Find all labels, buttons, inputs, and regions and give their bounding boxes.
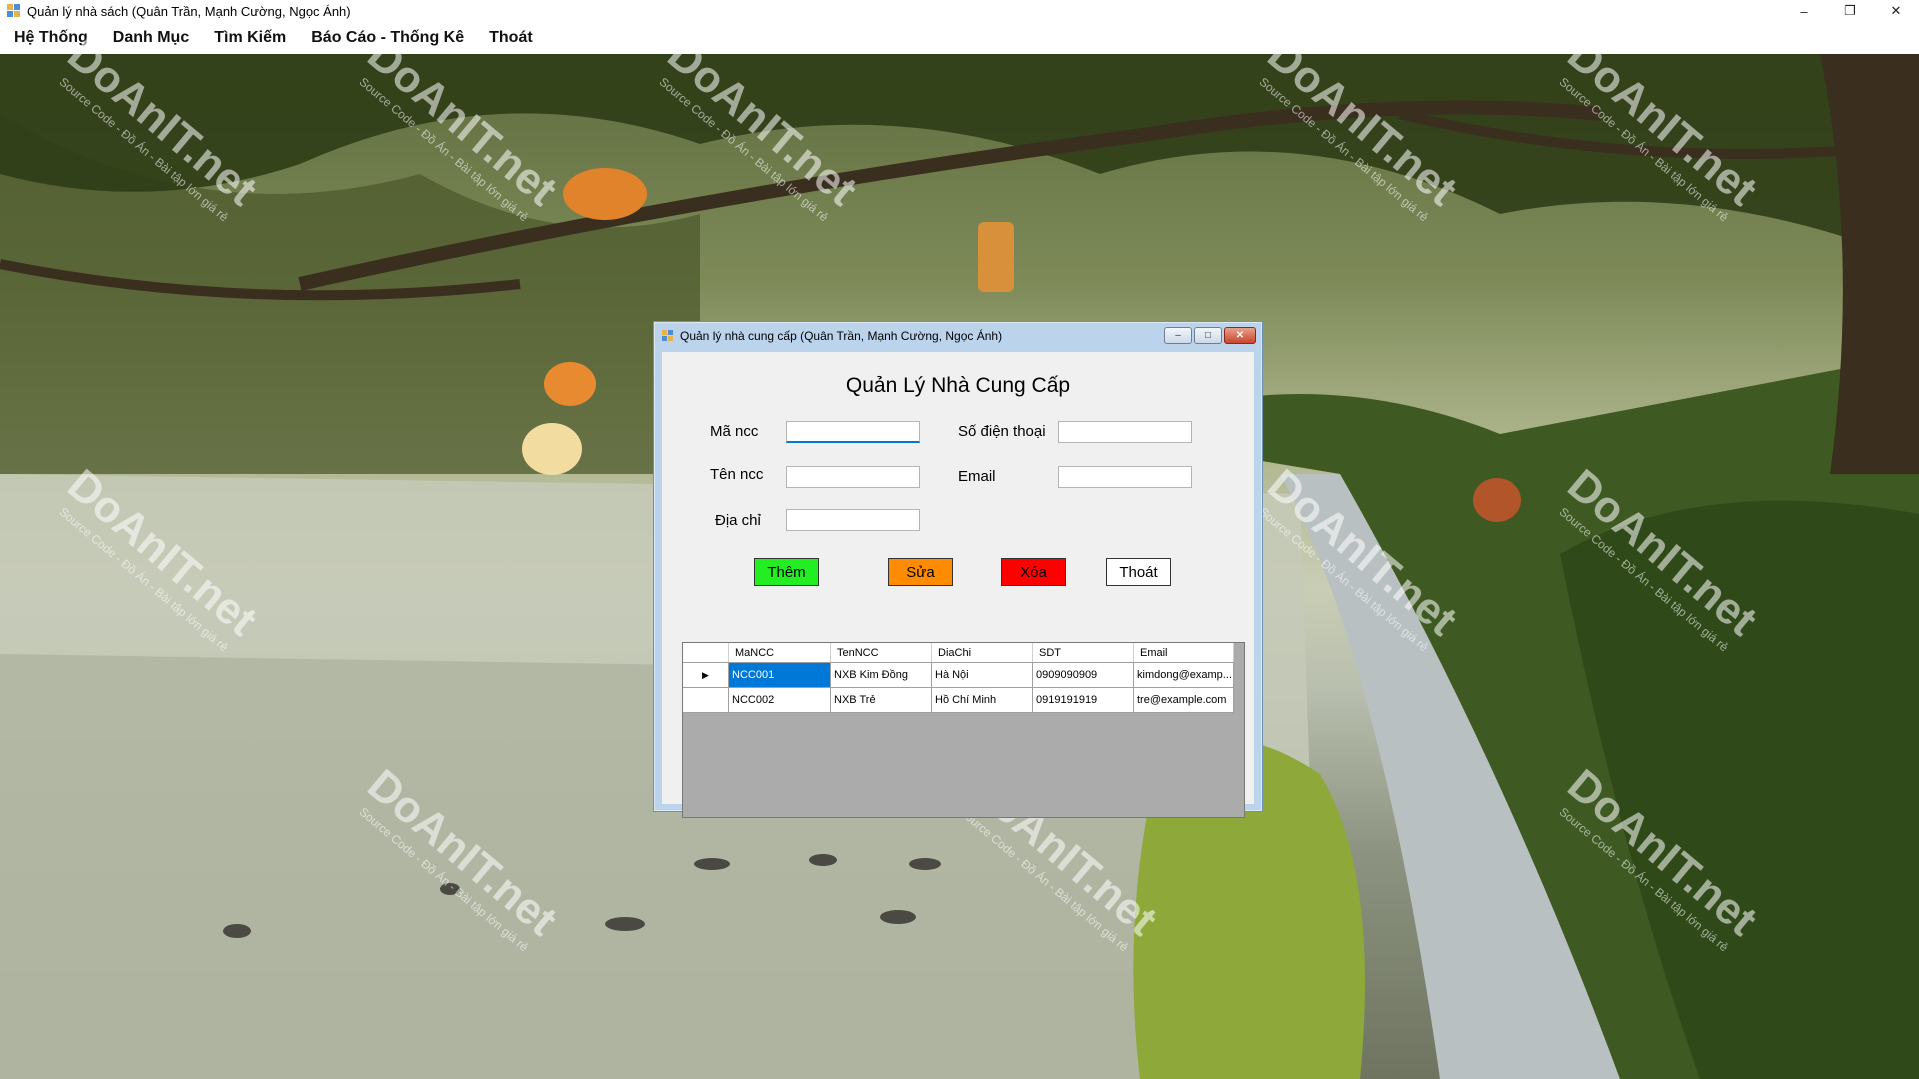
minimize-icon[interactable]: – xyxy=(1781,0,1827,22)
table-cell[interactable]: tre@example.com xyxy=(1133,687,1234,713)
dialog-close-icon[interactable]: ✕ xyxy=(1224,327,1256,344)
ma-ncc-label: Mã ncc xyxy=(710,423,759,440)
ten-ncc-input[interactable] xyxy=(786,466,920,488)
table-row[interactable]: NCC002 NXB Trẻ Hồ Chí Minh 0919191919 tr… xyxy=(683,687,1234,713)
main-title-bar: Quản lý nhà sách (Quân Trần, Mạnh Cường,… xyxy=(0,0,1919,22)
dialog-app-icon xyxy=(662,330,674,342)
row-header-corner xyxy=(683,643,729,663)
window-controls: – ❐ ✕ xyxy=(1781,0,1919,22)
maximize-icon[interactable]: ❐ xyxy=(1827,0,1873,22)
table-row[interactable]: ▶ NCC001 NXB Kim Đồng Hà Nội 0909090909 … xyxy=(683,662,1234,688)
table-cell[interactable]: NCC002 xyxy=(728,687,831,713)
column-header-mancc[interactable]: MaNCC xyxy=(728,643,831,663)
table-cell[interactable]: Hà Nội xyxy=(931,662,1033,688)
ma-ncc-input[interactable] xyxy=(786,421,920,443)
so-dien-thoai-label: Số điện thoại xyxy=(958,423,1046,440)
current-row-indicator-icon[interactable]: ▶ xyxy=(683,662,729,688)
main-window-title: Quản lý nhà sách (Quân Trần, Mạnh Cường,… xyxy=(27,3,351,19)
menu-bar: Hệ Thống Danh Mục Tìm Kiếm Báo Cáo - Thố… xyxy=(0,22,1919,55)
dialog-minimize-icon[interactable]: – xyxy=(1164,327,1192,344)
ten-ncc-label: Tên ncc xyxy=(710,466,764,483)
menu-tim-kiem[interactable]: Tìm Kiếm xyxy=(200,29,297,47)
table-cell[interactable]: NCC001 xyxy=(728,662,831,688)
sua-button[interactable]: Sửa xyxy=(888,558,953,586)
table-cell[interactable]: 0909090909 xyxy=(1032,662,1134,688)
dialog-title: Quản lý nhà cung cấp (Quân Trần, Mạnh Cư… xyxy=(680,329,1003,343)
supplier-table: MaNCC TenNCC DiaChi SDT Email ▶ NCC001 N… xyxy=(683,643,1234,713)
dia-chi-label: Địa chỉ xyxy=(715,512,761,529)
app-icon xyxy=(7,4,21,18)
menu-danh-muc[interactable]: Danh Mục xyxy=(99,29,200,47)
menu-thoat[interactable]: Thoát xyxy=(475,29,544,47)
dialog-client-area: Quản Lý Nhà Cung Cấp Mã ncc Tên ncc Địa … xyxy=(662,352,1254,818)
dia-chi-input[interactable] xyxy=(786,509,920,531)
page-title: Quản Lý Nhà Cung Cấp xyxy=(845,374,1071,397)
table-cell[interactable]: NXB Trẻ xyxy=(830,687,932,713)
supplier-data-grid[interactable]: MaNCC TenNCC DiaChi SDT Email ▶ NCC001 N… xyxy=(682,642,1245,818)
table-cell[interactable]: 0919191919 xyxy=(1032,687,1134,713)
so-dien-thoai-input[interactable] xyxy=(1058,421,1192,443)
table-header-row: MaNCC TenNCC DiaChi SDT Email xyxy=(683,643,1234,663)
xoa-button[interactable]: Xóa xyxy=(1001,558,1066,586)
them-button[interactable]: Thêm xyxy=(754,558,819,586)
email-label: Email xyxy=(958,468,996,485)
column-header-diachi[interactable]: DiaChi xyxy=(931,643,1033,663)
table-cell[interactable]: kimdong@examp... xyxy=(1133,662,1234,688)
email-input[interactable] xyxy=(1058,466,1192,488)
menu-bao-cao-thong-ke[interactable]: Báo Cáo - Thống Kê xyxy=(297,29,475,47)
dialog-window-controls: – □ ✕ xyxy=(1164,327,1256,344)
thoat-button[interactable]: Thoát xyxy=(1106,558,1171,586)
table-cell[interactable]: NXB Kim Đồng xyxy=(830,662,932,688)
dialog-maximize-icon[interactable]: □ xyxy=(1194,327,1222,344)
column-header-sdt[interactable]: SDT xyxy=(1032,643,1134,663)
column-header-tenncc[interactable]: TenNCC xyxy=(830,643,932,663)
dialog-title-bar: Quản lý nhà cung cấp (Quân Trần, Mạnh Cư… xyxy=(654,322,1262,350)
row-header[interactable] xyxy=(683,687,729,713)
table-cell[interactable]: Hồ Chí Minh xyxy=(931,687,1033,713)
menu-he-thong[interactable]: Hệ Thống xyxy=(0,29,99,47)
column-header-email[interactable]: Email xyxy=(1133,643,1234,663)
supplier-dialog: Quản lý nhà cung cấp (Quân Trần, Mạnh Cư… xyxy=(653,321,1263,818)
close-icon[interactable]: ✕ xyxy=(1873,0,1919,22)
